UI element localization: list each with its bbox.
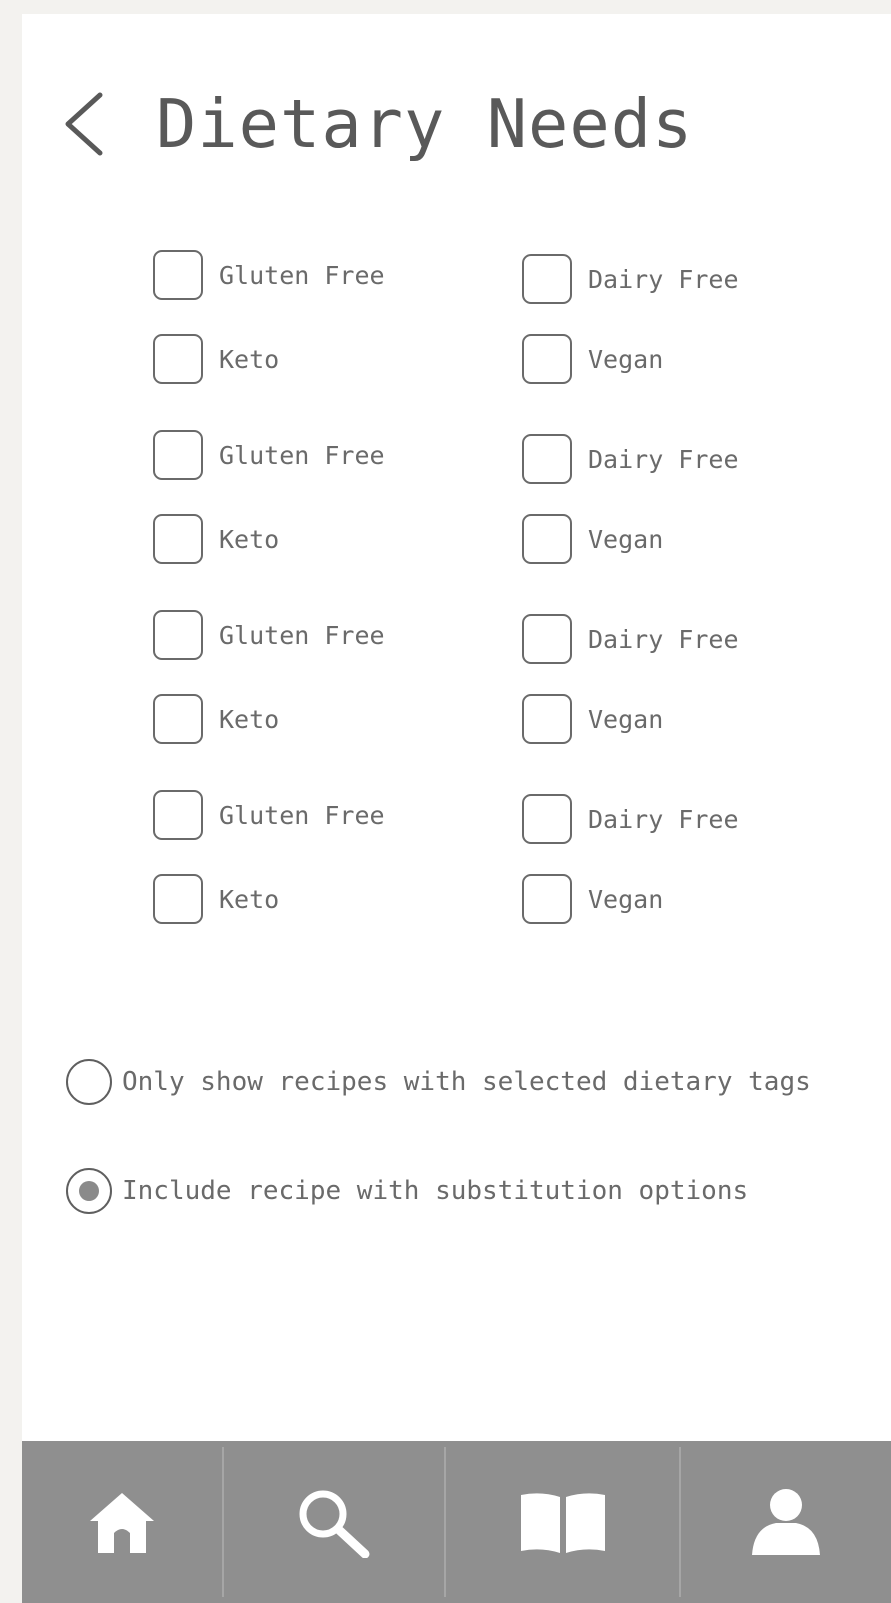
checkbox-gluten-free[interactable]: Gluten Free — [153, 430, 385, 480]
page-title: Dietary Needs — [156, 85, 694, 163]
radio-button[interactable] — [66, 1059, 112, 1105]
checkbox-box[interactable] — [522, 254, 572, 304]
checkbox-label: Keto — [219, 704, 280, 734]
checkbox-keto[interactable]: Keto — [153, 874, 279, 924]
checkbox-gluten-free[interactable]: Gluten Free — [153, 250, 385, 300]
checkbox-label: Gluten Free — [219, 260, 385, 290]
checkbox-box[interactable] — [522, 334, 572, 384]
radio-label: Only show recipes with selected dietary … — [122, 1067, 811, 1097]
checkbox-label: Vegan — [588, 704, 664, 734]
checkbox-label: Vegan — [588, 344, 664, 374]
checkbox-vegan[interactable]: Vegan — [522, 874, 663, 924]
checkbox-label: Dairy Free — [588, 804, 739, 834]
checkbox-box[interactable] — [522, 614, 572, 664]
radio-label: Include recipe with substitution options — [122, 1176, 749, 1206]
tab-profile[interactable] — [681, 1441, 891, 1603]
checkbox-box[interactable] — [522, 874, 572, 924]
checkbox-label: Gluten Free — [219, 440, 385, 470]
checkbox-dairy-free[interactable]: Dairy Free — [522, 794, 739, 844]
checkbox-box[interactable] — [153, 514, 203, 564]
search-icon — [299, 1490, 370, 1558]
checkbox-box[interactable] — [153, 610, 203, 660]
checkbox-box[interactable] — [153, 250, 203, 300]
checkbox-box[interactable] — [153, 334, 203, 384]
radio-include-substitutions[interactable]: Include recipe with substitution options — [66, 1168, 748, 1214]
checkbox-label: Dairy Free — [588, 264, 739, 294]
checkbox-keto[interactable]: Keto — [153, 334, 279, 384]
checkbox-label: Keto — [219, 884, 280, 914]
checkbox-label: Keto — [219, 524, 280, 554]
checkbox-label: Keto — [219, 344, 280, 374]
radio-button[interactable] — [66, 1168, 112, 1214]
tab-home[interactable] — [22, 1441, 222, 1603]
checkbox-label: Vegan — [588, 524, 664, 554]
checkbox-gluten-free[interactable]: Gluten Free — [153, 610, 385, 660]
checkbox-box[interactable] — [522, 434, 572, 484]
user-icon — [752, 1489, 820, 1555]
bottom-tab-bar — [22, 1441, 891, 1603]
checkbox-vegan[interactable]: Vegan — [522, 694, 663, 744]
checkbox-box[interactable] — [153, 874, 203, 924]
checkbox-box[interactable] — [522, 694, 572, 744]
checkbox-dairy-free[interactable]: Dairy Free — [522, 434, 739, 484]
checkbox-gluten-free[interactable]: Gluten Free — [153, 790, 385, 840]
checkbox-box[interactable] — [153, 694, 203, 744]
checkbox-dairy-free[interactable]: Dairy Free — [522, 254, 739, 304]
checkbox-box[interactable] — [522, 514, 572, 564]
checkbox-vegan[interactable]: Vegan — [522, 334, 663, 384]
checkbox-label: Gluten Free — [219, 620, 385, 650]
back-button[interactable] — [62, 84, 122, 164]
dietary-needs-screen: Dietary Needs Gluten Free Dairy Free Ket… — [22, 14, 891, 1603]
checkbox-box[interactable] — [153, 790, 203, 840]
checkbox-dairy-free[interactable]: Dairy Free — [522, 614, 739, 664]
tab-recipes[interactable] — [446, 1441, 679, 1603]
checkbox-keto[interactable]: Keto — [153, 514, 279, 564]
radio-selected-dot — [79, 1181, 99, 1201]
checkbox-box[interactable] — [522, 794, 572, 844]
home-icon — [90, 1493, 154, 1553]
tab-search[interactable] — [224, 1441, 444, 1603]
checkbox-label: Gluten Free — [219, 800, 385, 830]
checkbox-keto[interactable]: Keto — [153, 694, 279, 744]
checkbox-label: Vegan — [588, 884, 664, 914]
checkbox-label: Dairy Free — [588, 444, 739, 474]
book-icon — [520, 1493, 605, 1553]
radio-only-selected-tags[interactable]: Only show recipes with selected dietary … — [66, 1059, 811, 1105]
header: Dietary Needs — [62, 84, 693, 164]
chevron-left-icon — [65, 92, 103, 156]
checkbox-vegan[interactable]: Vegan — [522, 514, 663, 564]
checkbox-label: Dairy Free — [588, 624, 739, 654]
checkbox-box[interactable] — [153, 430, 203, 480]
